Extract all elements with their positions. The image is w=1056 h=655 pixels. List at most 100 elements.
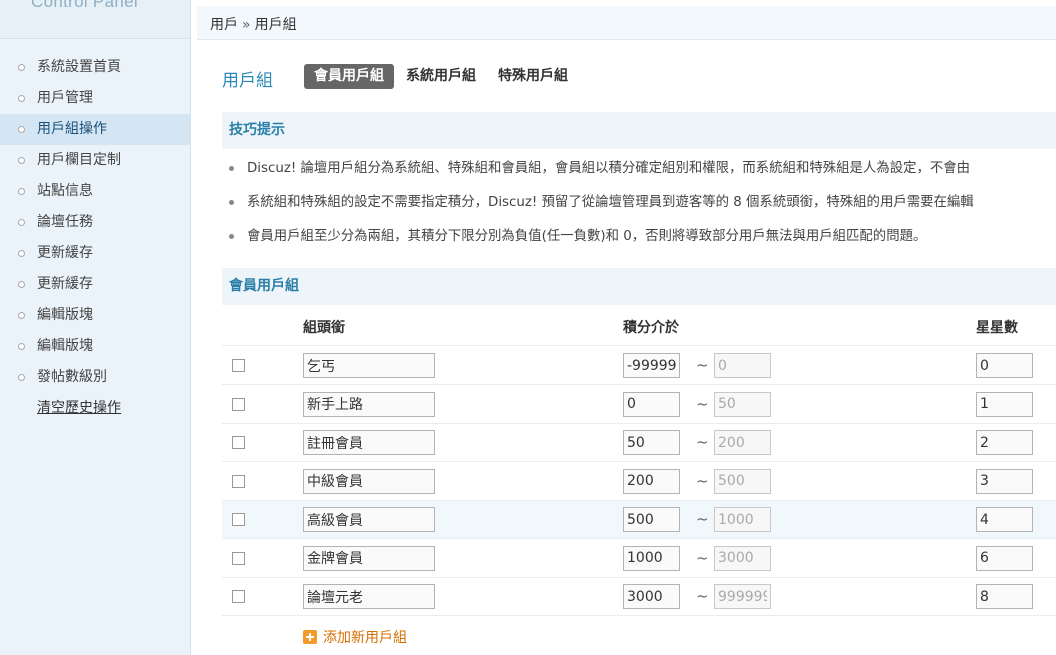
sidebar-item-label: 用戶管理 <box>37 90 93 106</box>
breadcrumb-current: 用戶組 <box>254 17 297 33</box>
credits-high-input[interactable] <box>714 507 771 532</box>
add-group-button[interactable]: 添加新用戶組 <box>303 627 407 647</box>
credits-high-input[interactable] <box>714 584 771 609</box>
tab-0[interactable]: 會員用戶組 <box>304 64 394 89</box>
bullet-icon <box>18 64 25 71</box>
stars-input[interactable] <box>976 584 1033 609</box>
row-checkbox[interactable] <box>232 359 245 372</box>
sidebar-item[interactable]: 用戶管理 <box>0 83 190 114</box>
row-checkbox[interactable] <box>232 513 245 526</box>
bullet-icon <box>18 188 25 195</box>
row-checkbox[interactable] <box>232 436 245 449</box>
range-tilde: ~ <box>696 394 709 413</box>
table-row: ~ <box>222 540 1056 578</box>
sidebar-item-label: 論壇任務 <box>37 214 93 230</box>
range-tilde: ~ <box>696 356 709 374</box>
row-checkbox[interactable] <box>232 397 245 411</box>
bullet-icon <box>229 166 234 171</box>
sidebar-item[interactable]: 論壇任務 <box>0 207 190 238</box>
range-tilde: ~ <box>696 548 709 567</box>
tips-header: 技巧提示 <box>222 112 1056 149</box>
sidebar-item-label: 系統設置首頁 <box>37 59 121 75</box>
table-row: ~ <box>222 501 1056 539</box>
group-name-input[interactable] <box>303 545 435 571</box>
credits-high-input[interactable] <box>714 391 771 417</box>
sidebar: Control Panel 系統設置首頁 用戶管理用戶組操作用戶欄目定制 站點信息論… <box>0 0 191 655</box>
credits-high-input[interactable] <box>714 468 771 494</box>
row-checkbox[interactable] <box>232 551 245 565</box>
table-row: ~ <box>222 578 1056 616</box>
group-name-input[interactable] <box>303 430 435 455</box>
tab-1[interactable]: 系統用戶組 <box>396 64 486 89</box>
tip-item: 會員用戶組至少分為兩組，其積分下限分別為負值(任一負數)和 0，否則將導致部分用… <box>222 220 1056 254</box>
bullet-icon <box>18 219 25 226</box>
row-checkbox[interactable] <box>232 474 245 488</box>
tab-2[interactable]: 特殊用戶組 <box>488 64 578 89</box>
bullet-icon <box>229 234 234 239</box>
sidebar-item-label: 發帖數級別 <box>37 369 107 385</box>
logo: Control Panel <box>0 0 190 39</box>
group-name-input[interactable] <box>303 468 435 494</box>
range-tilde: ~ <box>696 471 709 490</box>
sidebar-item[interactable]: 更新緩存 <box>0 238 190 269</box>
sidebar-item[interactable]: 用戶欄目定制 <box>0 145 190 176</box>
sidebar-item[interactable]: 編輯版塊 <box>0 331 190 362</box>
bullet-icon <box>18 374 25 381</box>
group-name-input[interactable] <box>303 507 435 532</box>
stars-input[interactable] <box>976 468 1033 494</box>
sidebar-item[interactable]: 發帖數級別 <box>0 362 190 393</box>
sidebar-menu: 系統設置首頁 用戶管理 用戶組操作 用戶欄目定制 站點信息 論壇任務 更新緩存 更新緩存 編輯版… <box>0 52 190 424</box>
credits-low-input[interactable] <box>623 353 680 378</box>
table-row: ~ <box>222 386 1056 424</box>
sidebar-item-label: 更新緩存 <box>37 245 93 261</box>
breadcrumb: 用戶» 用戶組 <box>210 14 297 34</box>
range-tilde: ~ <box>696 433 709 451</box>
credits-low-input[interactable] <box>623 430 680 455</box>
stars-input[interactable] <box>976 391 1033 417</box>
credits-high-input[interactable] <box>714 545 771 571</box>
table-row: ~ <box>222 463 1056 501</box>
sidebar-item[interactable]: 系統設置首頁 <box>0 52 190 83</box>
bullet-icon <box>229 200 234 205</box>
group-name-input[interactable] <box>303 391 435 417</box>
sidebar-item-label: 用戶欄目定制 <box>37 152 121 168</box>
bullet-icon <box>18 312 25 319</box>
header-credits: 積分介於 <box>623 320 679 336</box>
row-checkbox[interactable] <box>232 590 245 603</box>
tip-text: 會員用戶組至少分為兩組，其積分下限分別為負值(任一負數)和 0，否則將導致部分用… <box>247 229 927 244</box>
bullet-icon <box>18 250 25 257</box>
credits-low-input[interactable] <box>623 391 680 417</box>
group-name-input[interactable] <box>303 353 435 378</box>
credits-high-input[interactable] <box>714 430 771 455</box>
bullet-icon <box>18 343 25 350</box>
breadcrumb-root[interactable]: 用戶 <box>210 17 238 33</box>
sidebar-item[interactable]: 更新緩存 <box>0 269 190 300</box>
tip-text: Discuz! 論壇用戶組分為系統組、特殊組和會員組，會員組以積分確定組別和權限… <box>247 161 971 176</box>
plus-icon <box>303 630 317 644</box>
sidebar-item-label: 編輯版塊 <box>37 338 93 354</box>
group-name-input[interactable] <box>303 584 435 609</box>
sidebar-item-label: 更新緩存 <box>37 276 93 292</box>
stars-input[interactable] <box>976 507 1033 532</box>
sidebar-item-label: 站點信息 <box>37 183 93 199</box>
sidebar-item[interactable]: 清空歷史操作 <box>0 393 190 424</box>
credits-low-input[interactable] <box>623 507 680 532</box>
stars-input[interactable] <box>976 353 1033 378</box>
group-type-tabs: 會員用戶組 系統用戶組 特殊用戶組 <box>304 64 580 89</box>
stars-input[interactable] <box>976 545 1033 571</box>
credits-low-input[interactable] <box>623 545 680 571</box>
credits-high-input[interactable] <box>714 353 771 378</box>
table-row: ~ <box>222 347 1056 385</box>
range-tilde: ~ <box>696 510 709 528</box>
sidebar-item[interactable]: 編輯版塊 <box>0 300 190 331</box>
tip-item: 系統組和特殊組的設定不需要指定積分，Discuz! 預留了從論壇管理員到遊客等的… <box>222 186 1056 220</box>
bullet-icon <box>18 281 25 288</box>
credits-low-input[interactable] <box>623 468 680 494</box>
range-tilde: ~ <box>696 587 709 605</box>
credits-low-input[interactable] <box>623 584 680 609</box>
sidebar-item[interactable]: 用戶組操作 <box>0 114 190 145</box>
breadcrumb-separator: » <box>242 17 251 33</box>
sidebar-item[interactable]: 站點信息 <box>0 176 190 207</box>
stars-input[interactable] <box>976 430 1033 455</box>
bullet-icon <box>18 95 25 102</box>
